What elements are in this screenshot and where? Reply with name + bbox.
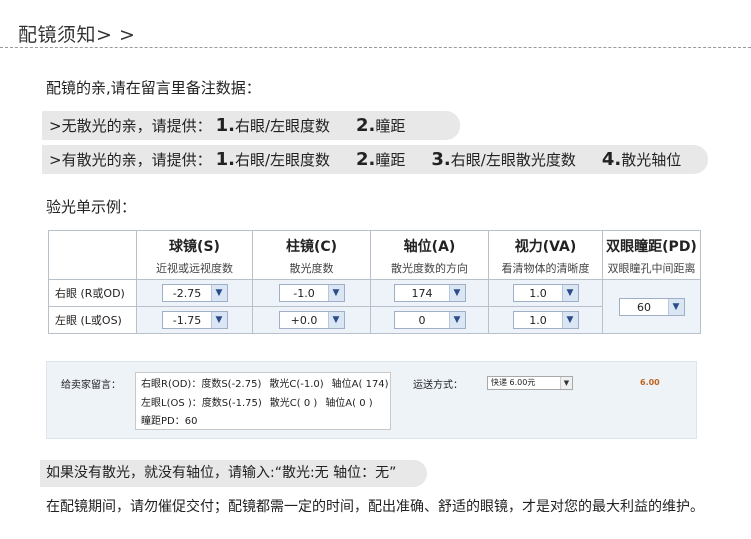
item-text: 右眼/左眼散光度数 xyxy=(450,151,576,169)
intro-text: 配镜的亲,请在留言里备注数据： xyxy=(46,79,261,97)
chevron-down-icon: ▼ xyxy=(210,312,227,328)
header-axis: 轴位(A) 散光度数的方向 xyxy=(370,230,489,280)
header-cylinder: 柱镜(C) 散光度数 xyxy=(252,230,371,280)
title-divider xyxy=(0,47,751,48)
row-label-right-eye: 右眼 (R或OD) xyxy=(48,279,137,307)
sample-title: 验光单示例： xyxy=(46,198,137,216)
chevron-down-icon: ▼ xyxy=(667,298,684,315)
shipping-price: 6.00 xyxy=(640,378,660,387)
row-label-left-eye: 左眼 (L或OS) xyxy=(48,306,137,334)
right-cylinder-select[interactable]: -1.0 ▼ xyxy=(278,284,345,302)
item-number: 1. xyxy=(215,115,235,136)
item-number: 2. xyxy=(356,115,376,136)
header-visual-acuity: 视力(VA) 看清物体的清晰度 xyxy=(488,230,603,280)
footer-note: 在配镜期间，请勿催促交付；配镜都需一定的时间，配出准确、舒适的眼镜，才是对您的最… xyxy=(46,499,704,515)
left-sphere-select[interactable]: -1.75 ▼ xyxy=(161,311,228,329)
item-number: 3. xyxy=(431,149,451,170)
chevron-down-icon: ▼ xyxy=(560,377,572,389)
item-number: 4. xyxy=(601,149,622,170)
astigmatism-line: >有散光的亲，请提供： 1.右眼/左眼度数 2.瞳距 3.右眼/左眼散光度数 4.散光轴… xyxy=(42,145,708,174)
header-pd: 双眼瞳距(PD) 双眼瞳孔中间距离 xyxy=(602,230,701,280)
message-line: 左眼L(OS )：度数S(-1.75) 散光C( 0 ) 轴位A( 0 ) xyxy=(141,397,373,409)
chevron-down-icon: ▼ xyxy=(561,312,578,328)
prescription-table: 球镜(S) 近视或远视度数 柱镜(C) 散光度数 轴位(A) 散光度数的方向 视力(V… xyxy=(48,230,701,334)
chevron-down-icon: ▼ xyxy=(448,312,465,328)
right-axis-select[interactable]: 174 ▼ xyxy=(393,284,466,302)
right-sphere-select[interactable]: -2.75 ▼ xyxy=(161,284,228,302)
chevron-down-icon: ▼ xyxy=(327,312,344,328)
chevron-down-icon: ▼ xyxy=(327,285,344,301)
item-number: 2. xyxy=(356,149,376,170)
no-astigmatism-line: >无散光的亲，请提供： 1.右眼/左眼度数 2.瞳距 xyxy=(42,111,460,140)
left-va-select[interactable]: 1.0 ▼ xyxy=(512,311,579,329)
shipping-select[interactable]: 快递 6.00元 ▼ xyxy=(487,376,573,390)
message-line: 右眼R(OD)：度数S(-2.75) 散光C(-1.0) 轴位A( 174) xyxy=(141,379,389,390)
item-text: 瞳距 xyxy=(375,117,406,135)
chevron-down-icon: ▼ xyxy=(448,285,465,301)
table-row: 右眼 (R或OD) -2.75 ▼ -1.0 ▼ 174 ▼ 1.0 ▼ 60 ▼ xyxy=(48,279,701,334)
message-line: 瞳距PD：60 xyxy=(141,416,198,427)
order-panel: 给卖家留言： 右眼R(OD)：度数S(-2.75) 散光C(-1.0) 轴位A( 1… xyxy=(46,361,697,439)
item-text: 右眼/左眼度数 xyxy=(234,117,331,135)
pd-select[interactable]: 60 ▼ xyxy=(618,297,685,316)
message-label: 给卖家留言： xyxy=(61,380,121,391)
item-text: 散光轴位 xyxy=(621,151,682,169)
chevron-down-icon: ▼ xyxy=(561,285,578,301)
page-title: 配镜须知> > xyxy=(18,24,136,46)
seller-message-textarea[interactable]: 右眼R(OD)：度数S(-2.75) 散光C(-1.0) 轴位A( 174) 左眼L… xyxy=(135,372,391,430)
item-number: 1. xyxy=(215,149,235,170)
line-prefix: >有散光的亲，请提供： xyxy=(49,151,212,169)
no-astigmatism-note: 如果没有散光，就没有轴位，请输入:“散光:无 轴位：无” xyxy=(40,460,427,487)
table-header-row: 球镜(S) 近视或远视度数 柱镜(C) 散光度数 轴位(A) 散光度数的方向 视力(V… xyxy=(48,230,701,280)
chevron-down-icon: ▼ xyxy=(210,285,227,301)
left-cylinder-select[interactable]: +0.0 ▼ xyxy=(278,311,345,329)
right-va-select[interactable]: 1.0 ▼ xyxy=(512,284,579,302)
shipping-label: 运送方式： xyxy=(413,380,463,391)
item-text: 右眼/左眼度数 xyxy=(234,151,331,169)
header-sphere: 球镜(S) 近视或远视度数 xyxy=(136,230,253,280)
left-axis-select[interactable]: 0 ▼ xyxy=(393,311,466,329)
item-text: 瞳距 xyxy=(375,151,406,169)
line-prefix: >无散光的亲，请提供： xyxy=(49,117,212,135)
table-corner xyxy=(48,230,137,280)
